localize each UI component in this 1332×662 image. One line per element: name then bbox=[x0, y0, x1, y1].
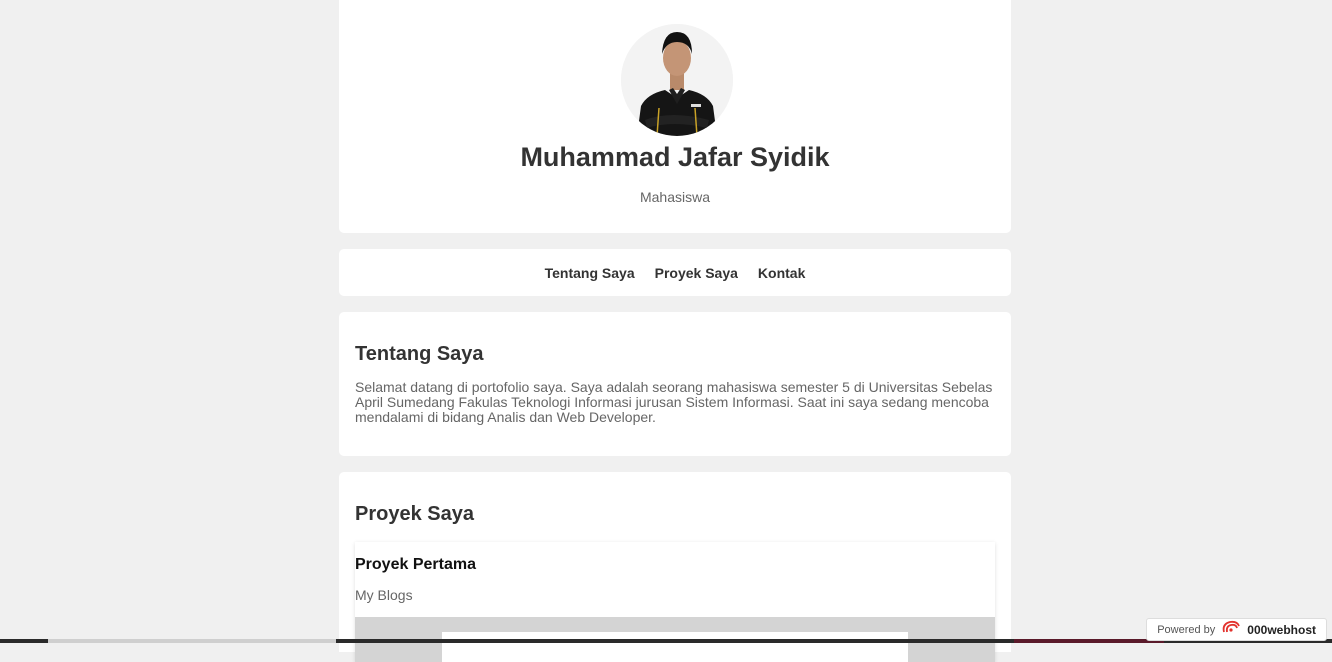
about-text: Selamat datang di portofolio saya. Saya … bbox=[355, 380, 995, 425]
webhost-logo-icon bbox=[1221, 620, 1241, 639]
powered-by-label: Powered by bbox=[1157, 624, 1215, 636]
avatar-photo bbox=[621, 24, 733, 136]
bottom-strip bbox=[0, 639, 1332, 643]
avatar bbox=[621, 24, 733, 136]
about-title: Tentang Saya bbox=[355, 342, 995, 366]
project-card[interactable]: Proyek Pertama My Blogs bbox=[355, 542, 995, 662]
projects-section: Proyek Saya Proyek Pertama My Blogs bbox=[339, 472, 1011, 652]
about-section: Tentang Saya Selamat datang di portofoli… bbox=[339, 312, 1011, 456]
projects-title: Proyek Saya bbox=[355, 502, 995, 526]
page-container: Muhammad Jafar Syidik Mahasiswa Tentang … bbox=[339, 0, 1011, 233]
profile-header: Muhammad Jafar Syidik Mahasiswa bbox=[339, 0, 1011, 233]
brand-name: 000webhost bbox=[1247, 623, 1316, 637]
nav-link-tentang-saya[interactable]: Tentang Saya bbox=[545, 265, 635, 281]
profile-name: Muhammad Jafar Syidik bbox=[339, 141, 1011, 173]
nav-link-kontak[interactable]: Kontak bbox=[758, 265, 805, 281]
profile-role: Mahasiswa bbox=[339, 188, 1011, 206]
main-nav: Tentang Saya Proyek Saya Kontak bbox=[339, 249, 1011, 296]
powered-by-badge[interactable]: Powered by 000webhost bbox=[1146, 618, 1327, 641]
nav-link-proyek-saya[interactable]: Proyek Saya bbox=[655, 265, 738, 281]
project-thumbnail-inner bbox=[442, 632, 908, 662]
project-title: Proyek Pertama bbox=[355, 542, 995, 574]
project-description: My Blogs bbox=[355, 587, 995, 603]
